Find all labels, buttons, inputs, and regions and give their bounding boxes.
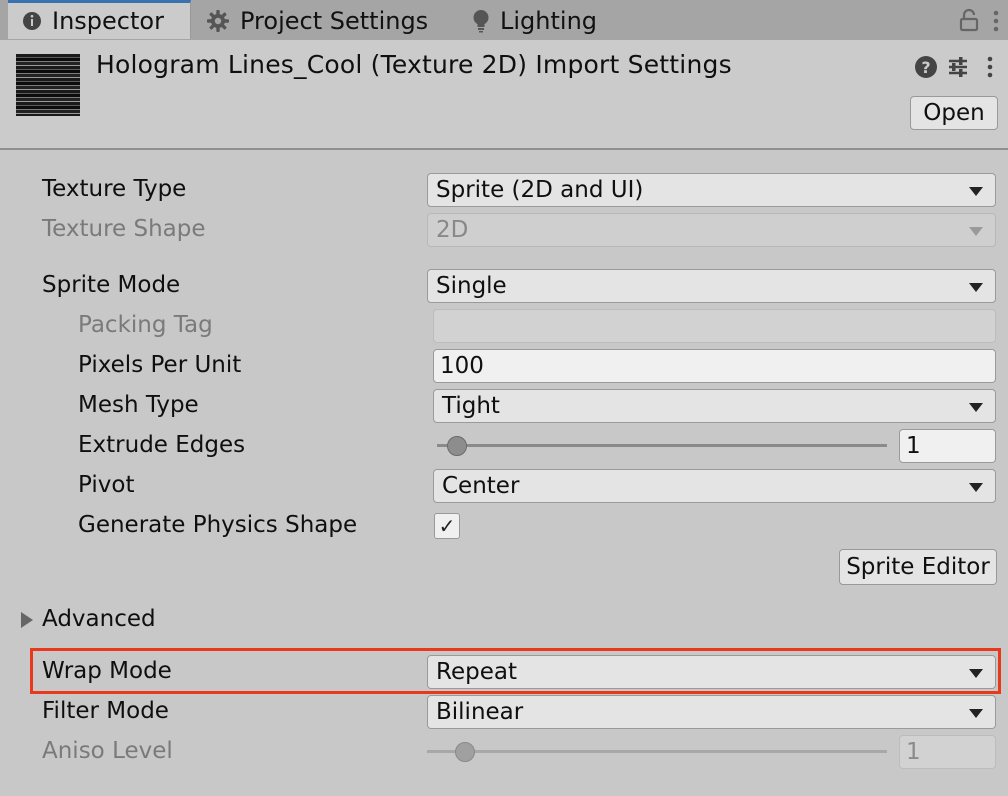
aniso-level-slider-handle [455,742,475,762]
chevron-down-icon [969,283,983,292]
texture-type-label: Texture Type [42,176,187,202]
chevron-down-icon [969,403,983,412]
tab-label: Lighting [500,7,598,35]
foldout-arrow-icon[interactable] [20,611,34,633]
sprite-mode-label: Sprite Mode [42,272,181,298]
texture-shape-dropdown: 2D [427,213,996,247]
extrude-edges-slider-handle[interactable] [447,436,467,456]
tab-inspector[interactable]: Inspector [8,0,191,39]
bulb-icon [472,9,490,33]
open-button[interactable]: Open [910,96,998,130]
advanced-foldout-label[interactable]: Advanced [42,606,156,632]
preset-icon[interactable] [946,55,970,83]
texture-type-value: Sprite (2D and UI) [436,177,644,203]
generate-physics-shape-checkbox[interactable]: ✓ [434,513,460,539]
wrap-mode-dropdown[interactable]: Repeat [427,655,996,689]
chevron-down-icon [969,187,983,196]
texture-shape-label: Texture Shape [42,216,206,242]
pixels-per-unit-field[interactable]: 100 [433,349,996,383]
extrude-edges-label: Extrude Edges [78,432,246,458]
sprite-mode-dropdown[interactable]: Single [427,269,996,303]
filter-mode-label: Filter Mode [42,698,169,724]
packing-tag-field [433,309,996,343]
chevron-down-icon [969,483,983,492]
lock-icon[interactable] [958,8,980,36]
kebab-menu-icon[interactable] [986,55,994,83]
wrap-mode-label: Wrap Mode [42,658,172,684]
generate-physics-shape-label: Generate Physics Shape [78,512,358,538]
filter-mode-dropdown[interactable]: Bilinear [427,695,996,729]
extrude-edges-slider-track[interactable] [437,444,887,447]
aniso-level-slider-track [427,750,887,753]
mesh-type-dropdown[interactable]: Tight [433,389,996,423]
packing-tag-label: Packing Tag [78,312,213,338]
texture-thumbnail [16,54,80,116]
extrude-edges-field[interactable]: 1 [899,429,996,463]
sprite-editor-button[interactable]: Sprite Editor [839,549,997,585]
wrap-mode-value: Repeat [436,659,517,685]
chevron-down-icon [969,227,983,236]
aniso-level-label: Aniso Level [42,738,173,764]
mesh-type-label: Mesh Type [78,392,199,418]
chevron-down-icon [969,709,983,718]
help-icon[interactable]: ? [914,55,938,83]
texture-type-dropdown[interactable]: Sprite (2D and UI) [427,173,996,207]
tab-label: Inspector [52,7,164,35]
tab-project-settings[interactable]: Project Settings [206,2,428,40]
page-title: Hologram Lines_Cool (Texture 2D) Import … [96,50,732,79]
svg-text:?: ? [921,58,930,77]
pivot-label: Pivot [78,472,135,498]
filter-mode-value: Bilinear [436,699,524,725]
info-icon [22,11,42,31]
tab-lighting[interactable]: Lighting [472,2,597,40]
pixels-per-unit-label: Pixels Per Unit [78,352,242,378]
tab-label: Project Settings [240,7,429,35]
pivot-value: Center [442,473,520,499]
gear-icon [206,9,230,33]
aniso-level-field: 1 [899,735,996,769]
sprite-mode-value: Single [436,273,507,299]
mesh-type-value: Tight [442,393,500,419]
pivot-dropdown[interactable]: Center [433,469,996,503]
texture-shape-value: 2D [436,217,469,243]
chevron-down-icon [969,669,983,678]
more-icon[interactable] [992,9,1000,37]
